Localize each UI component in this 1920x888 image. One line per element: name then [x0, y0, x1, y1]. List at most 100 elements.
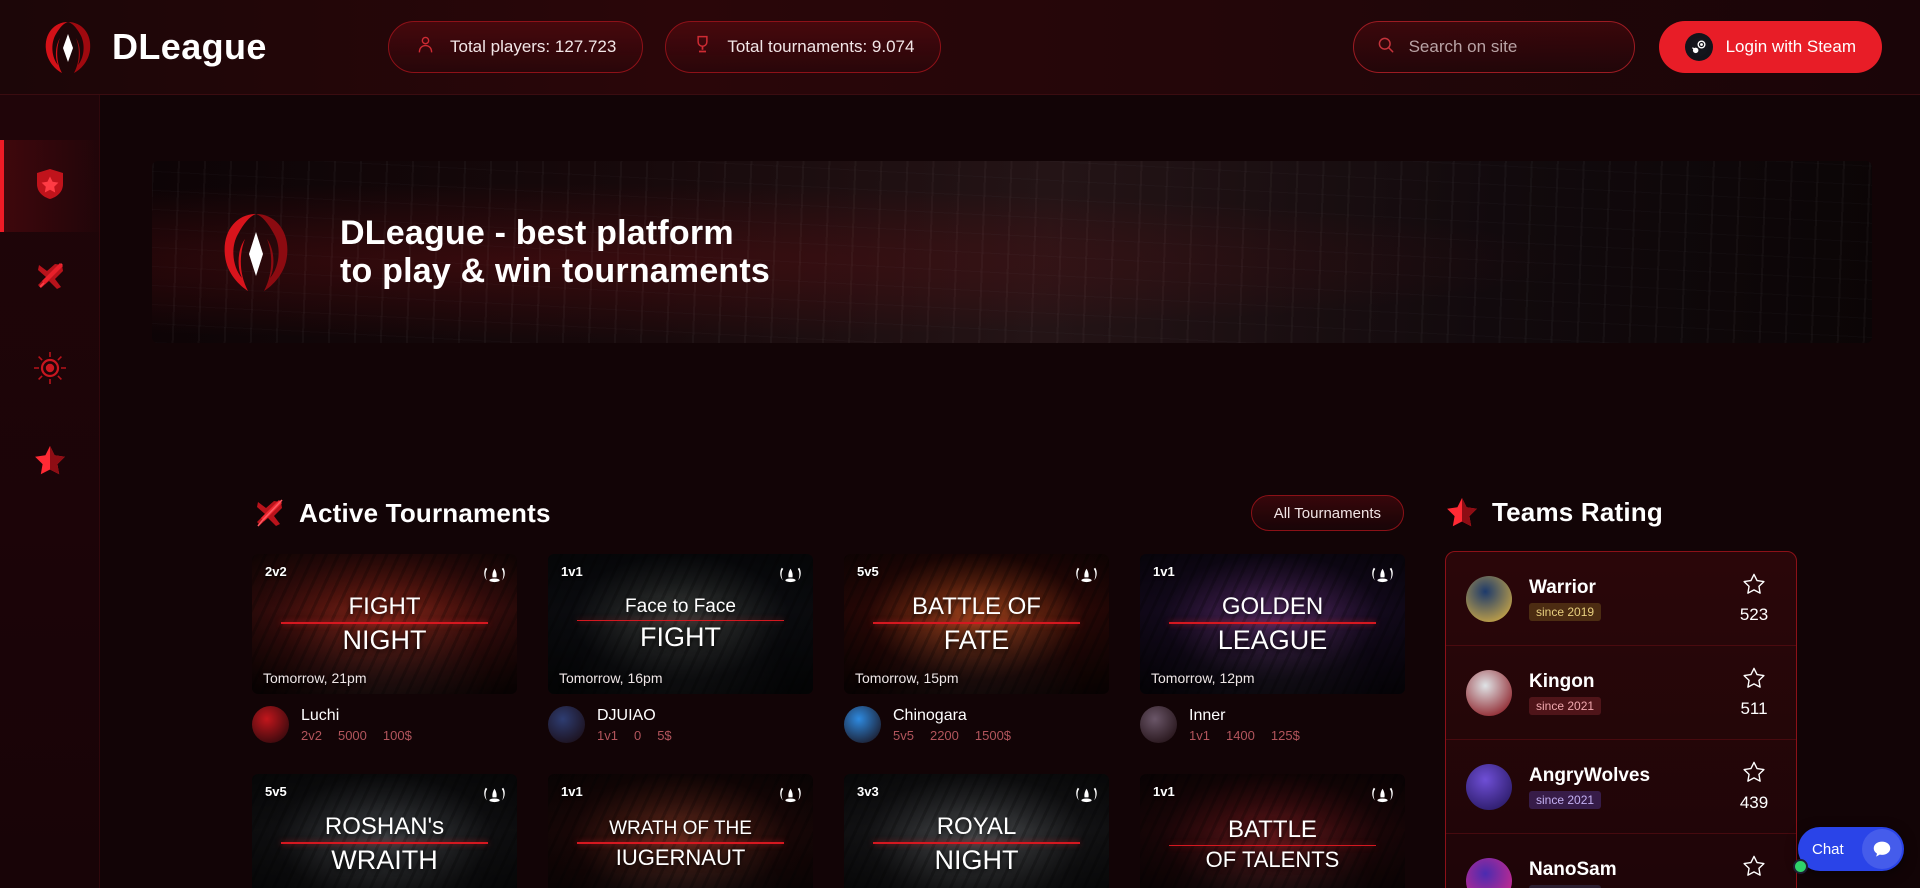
tournament-title-bottom: IUGERNAUT: [615, 844, 746, 870]
avatar: [252, 706, 289, 743]
team-logo: [1466, 857, 1512, 888]
join-emblem-icon[interactable]: [1370, 562, 1395, 587]
meta-points: 1400: [1225, 728, 1255, 743]
tournament-mode-badge: 1v1: [561, 784, 583, 799]
shield-star-icon: [33, 167, 67, 206]
tournament-date: Tomorrow, 16pm: [559, 670, 663, 686]
tournament-card-image[interactable]: 1v1 WRATH OF THE IUGERNAUT Today, 16pm: [548, 774, 813, 888]
team-rating: 439: [1732, 760, 1776, 813]
teams-rating-section: Teams Rating Warrior since 2019 523 King…: [1445, 495, 1797, 888]
join-emblem-icon[interactable]: [1074, 782, 1099, 807]
tournament-card[interactable]: 5v5 BATTLE OF FATE Tomorrow, 15pm Chinog…: [844, 554, 1109, 743]
tournament-title-bottom: FIGHT: [640, 622, 721, 653]
tournament-mode-badge: 3v3: [857, 784, 879, 799]
sidebar-item-rating[interactable]: [0, 416, 100, 508]
tournament-title-divider: [577, 842, 784, 844]
tournament-title-bottom: WRAITH: [331, 844, 438, 875]
team-name: Warrior: [1529, 576, 1596, 598]
tournament-card[interactable]: 3v3 ROYAL NIGHT Today, 15pm: [844, 774, 1109, 888]
team-since-badge: since 2021: [1529, 884, 1602, 888]
tournament-card-image[interactable]: 1v1 BATTLE OF TALENTS Today, 18pm: [1140, 774, 1405, 888]
team-rating-row[interactable]: Kingon since 2021 511: [1446, 646, 1796, 740]
tournament-title-bottom: OF TALENTS: [1205, 847, 1340, 873]
tournament-card-image[interactable]: 2v2 FIGHT NIGHT Tomorrow, 21pm: [252, 554, 517, 694]
star-outline-icon[interactable]: [1742, 667, 1766, 694]
sidebar-item-matches[interactable]: [0, 324, 100, 416]
sidebar-item-tournaments[interactable]: [0, 232, 100, 324]
sidebar-item-home[interactable]: [0, 140, 100, 232]
star-outline-icon[interactable]: [1742, 761, 1766, 788]
login-with-steam-button[interactable]: Login with Steam: [1658, 21, 1882, 73]
join-emblem-icon[interactable]: [1074, 562, 1099, 587]
chat-widget[interactable]: Chat: [1793, 827, 1904, 874]
team-rating-row[interactable]: AngryWolves since 2021 439: [1446, 740, 1796, 834]
join-emblem-icon[interactable]: [482, 782, 507, 807]
star-outline-icon[interactable]: [1742, 573, 1766, 600]
avatar: [1140, 706, 1177, 743]
tournament-mode-badge: 1v1: [561, 564, 583, 579]
tournament-owner[interactable]: Luchi 2v2 5000 100$: [252, 706, 517, 743]
tournament-card[interactable]: 1v1 WRATH OF THE IUGERNAUT Today, 16pm: [548, 774, 813, 888]
stat-total-players-label: Total players: 127.723: [450, 37, 617, 56]
sun-emblem-icon: [33, 351, 67, 390]
search-box[interactable]: Search on site: [1352, 21, 1635, 73]
join-emblem-icon[interactable]: [778, 562, 803, 587]
tournament-mode-badge: 2v2: [265, 564, 287, 579]
team-rating: 511: [1732, 666, 1776, 719]
tournament-owner-name: Luchi: [301, 707, 340, 724]
team-since-badge: since 2019: [1529, 602, 1602, 621]
tournament-card[interactable]: 2v2 FIGHT NIGHT Tomorrow, 21pm Luchi 2v2…: [252, 554, 517, 743]
meta-prize: 1500$: [974, 728, 1012, 743]
meta-mode: 5v5: [893, 728, 914, 743]
tournament-owner-meta: 1v1 0 5$: [597, 728, 672, 743]
tournament-card-image[interactable]: 5v5 BATTLE OF FATE Tomorrow, 15pm: [844, 554, 1109, 694]
tournament-owner[interactable]: Inner 1v1 1400 125$: [1140, 706, 1405, 743]
page-title: Active Tournaments: [299, 497, 551, 528]
tournament-card-image[interactable]: 5v5 ROSHAN's WRAITH Today, 18pm: [252, 774, 517, 888]
star-icon: [1445, 495, 1479, 529]
join-emblem-icon[interactable]: [778, 782, 803, 807]
tournament-mode-badge: 1v1: [1153, 564, 1175, 579]
hero-line-1: DLeague - best platform: [340, 213, 734, 252]
tournament-card[interactable]: 5v5 ROSHAN's WRAITH Today, 18pm: [252, 774, 517, 888]
team-rating-row[interactable]: Warrior since 2019 523: [1446, 552, 1796, 646]
stat-total-players: Total players: 127.723: [388, 21, 644, 73]
tournament-owner[interactable]: Chinogara 5v5 2200 1500$: [844, 706, 1109, 743]
team-info: NanoSam since 2021: [1529, 859, 1732, 888]
star-icon: [33, 443, 67, 482]
star-outline-icon[interactable]: [1742, 855, 1766, 882]
tournament-card[interactable]: 1v1 Face to Face FIGHT Tomorrow, 16pm DJ…: [548, 554, 813, 743]
brand-name: DLeague: [112, 26, 267, 67]
tournament-card[interactable]: 1v1 BATTLE OF TALENTS Today, 18pm: [1140, 774, 1405, 888]
main-content: DLeague - best platform to play & win to…: [100, 95, 1920, 888]
meta-mode: 2v2: [301, 728, 322, 743]
chat-status-dot: [1793, 859, 1808, 874]
tournament-mode-badge: 5v5: [857, 564, 879, 579]
all-tournaments-button[interactable]: All Tournaments: [1250, 495, 1404, 531]
tournament-mode-badge: 1v1: [1153, 784, 1175, 799]
team-info: AngryWolves since 2021: [1529, 765, 1732, 809]
tournament-card-image[interactable]: 3v3 ROYAL NIGHT Today, 15pm: [844, 774, 1109, 888]
search-icon: [1376, 35, 1396, 60]
meta-prize: 100$: [382, 728, 412, 743]
team-logo: [1466, 763, 1512, 810]
tournament-card-image[interactable]: 1v1 GOLDEN LEAGUE Tomorrow, 12pm: [1140, 554, 1405, 694]
tournament-owner[interactable]: DJUIAO 1v1 0 5$: [548, 706, 813, 743]
search-input[interactable]: Search on site: [1409, 37, 1518, 57]
steam-icon: [1684, 33, 1713, 61]
tournament-title-top: BATTLE OF: [912, 592, 1041, 620]
tournament-title-top: ROSHAN's: [324, 812, 445, 840]
left-sidebar: [0, 95, 100, 888]
team-rating-row[interactable]: NanoSam since 2021 343: [1446, 834, 1796, 888]
tournament-card-image[interactable]: 1v1 Face to Face FIGHT Tomorrow, 16pm: [548, 554, 813, 694]
team-score: 439: [1739, 793, 1769, 812]
team-score: 523: [1739, 605, 1769, 624]
team-since-badge: since 2021: [1529, 790, 1602, 809]
join-emblem-icon[interactable]: [1370, 782, 1395, 807]
join-emblem-icon[interactable]: [482, 562, 507, 587]
tournament-card[interactable]: 1v1 GOLDEN LEAGUE Tomorrow, 12pm Inner 1…: [1140, 554, 1405, 743]
brand[interactable]: DLeague: [38, 18, 338, 76]
meta-prize: 125$: [1270, 728, 1300, 743]
team-name: NanoSam: [1529, 858, 1617, 880]
tournament-owner-name: Chinogara: [893, 707, 967, 724]
